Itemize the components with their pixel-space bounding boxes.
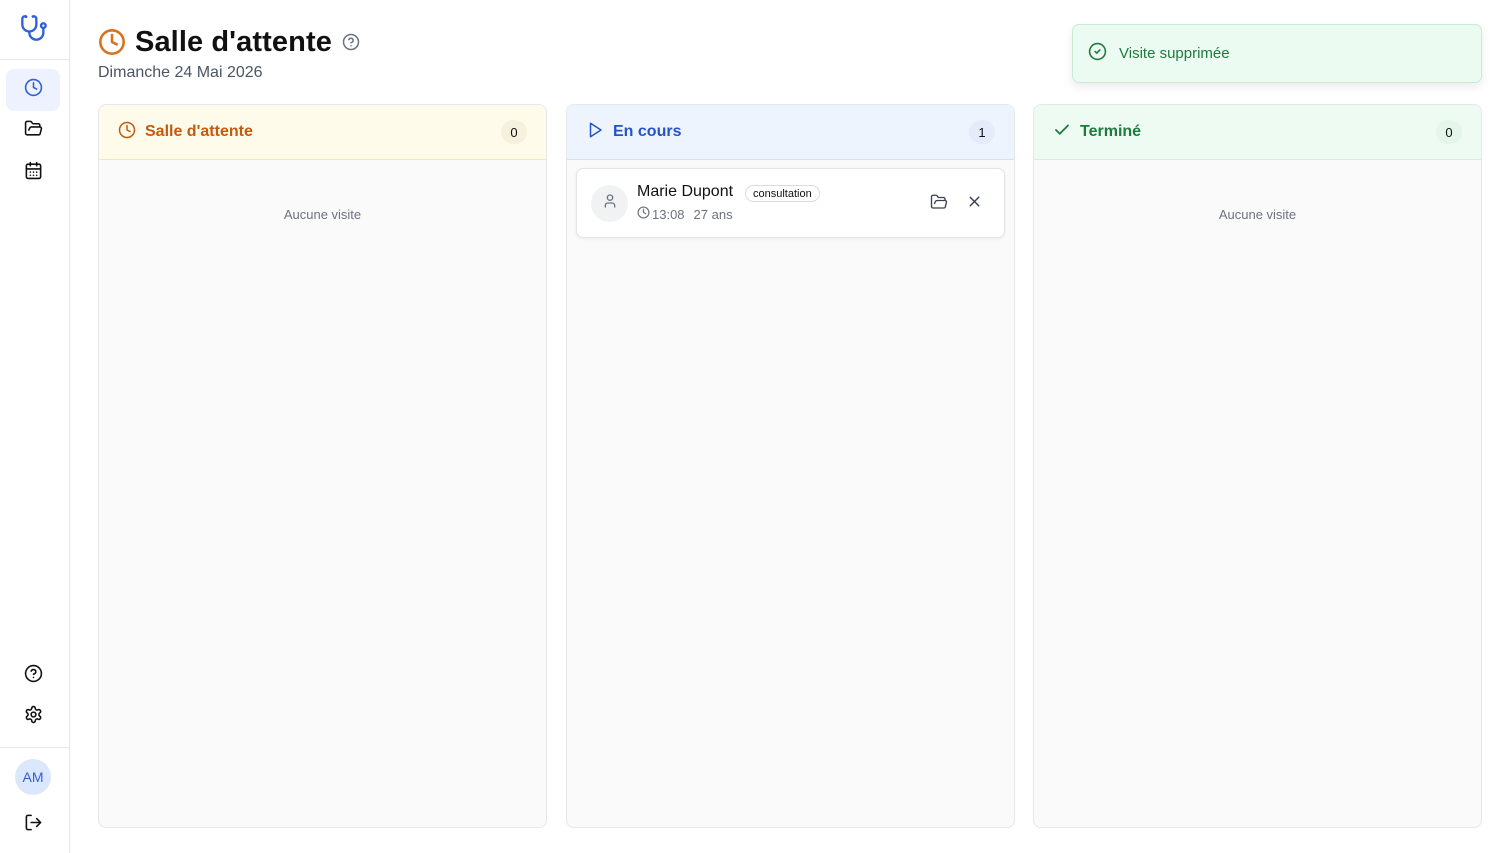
toast-notification: Visite supprimée <box>1072 24 1482 83</box>
column-title: Salle d'attente <box>145 123 253 140</box>
column-header: Salle d'attente 0 <box>99 105 546 160</box>
column-header: En cours 1 <box>567 105 1014 160</box>
column-count-badge: 1 <box>969 120 995 144</box>
visit-meta: 13:08 27 ans <box>637 206 733 222</box>
column-title: Terminé <box>1080 123 1142 140</box>
play-icon <box>586 121 604 144</box>
page-title: Salle d'attente <box>135 25 332 58</box>
help-circle-icon[interactable] <box>342 33 360 51</box>
sidebar: AM <box>0 0 70 853</box>
help-circle-icon <box>24 664 43 688</box>
open-record-button[interactable] <box>928 193 950 215</box>
nav-help[interactable] <box>6 655 60 697</box>
logout-button[interactable] <box>6 804 60 846</box>
nav-calendar[interactable] <box>6 152 60 194</box>
user-avatar[interactable]: AM <box>15 759 51 795</box>
logout-icon <box>24 813 43 837</box>
visit-card[interactable]: Marie Dupont consultation 13:08 27 ans <box>576 168 1005 238</box>
nav-waiting-room[interactable] <box>6 69 60 111</box>
column-in-progress: En cours 1 Marie Dupont consultation 13:… <box>566 104 1015 828</box>
empty-state-text: Aucune visite <box>1218 207 1297 222</box>
clock-icon <box>98 28 126 56</box>
sidebar-divider <box>0 59 70 60</box>
column-title: En cours <box>613 123 682 140</box>
column-done: Terminé 0 Aucune visite <box>1033 104 1482 828</box>
column-header: Terminé 0 <box>1034 105 1481 160</box>
nav-records[interactable] <box>6 110 60 152</box>
calendar-icon <box>24 161 43 185</box>
user-icon <box>602 193 618 214</box>
visit-type-badge: consultation <box>745 185 820 202</box>
folder-open-icon <box>24 119 43 143</box>
stethoscope-logo-icon[interactable] <box>19 13 49 43</box>
visit-time: 13:08 <box>652 206 685 222</box>
toast-message: Visite supprimée <box>1119 45 1230 62</box>
column-count-badge: 0 <box>501 120 527 144</box>
column-count-badge: 0 <box>1436 120 1462 144</box>
patient-name: Marie Dupont <box>637 183 734 200</box>
page-header: Salle d'attente Dimanche 24 Mai 2026 <box>98 24 360 82</box>
close-icon <box>966 193 983 215</box>
empty-state-text: Aucune visite <box>283 207 362 222</box>
clock-icon <box>637 206 650 222</box>
clock-icon <box>118 121 136 144</box>
patient-age: 27 ans <box>693 206 733 222</box>
nav-settings[interactable] <box>6 696 60 738</box>
column-waiting: Salle d'attente 0 Aucune visite <box>98 104 547 828</box>
clock-icon <box>24 78 43 102</box>
sidebar-divider <box>0 747 70 748</box>
folder-open-icon <box>930 193 948 216</box>
check-circle-icon <box>1088 42 1107 66</box>
settings-gear-icon <box>24 705 43 729</box>
page-date: Dimanche 24 Mai 2026 <box>98 64 263 81</box>
patient-avatar <box>591 185 628 222</box>
check-icon <box>1053 121 1071 144</box>
remove-visit-button[interactable] <box>963 193 985 215</box>
